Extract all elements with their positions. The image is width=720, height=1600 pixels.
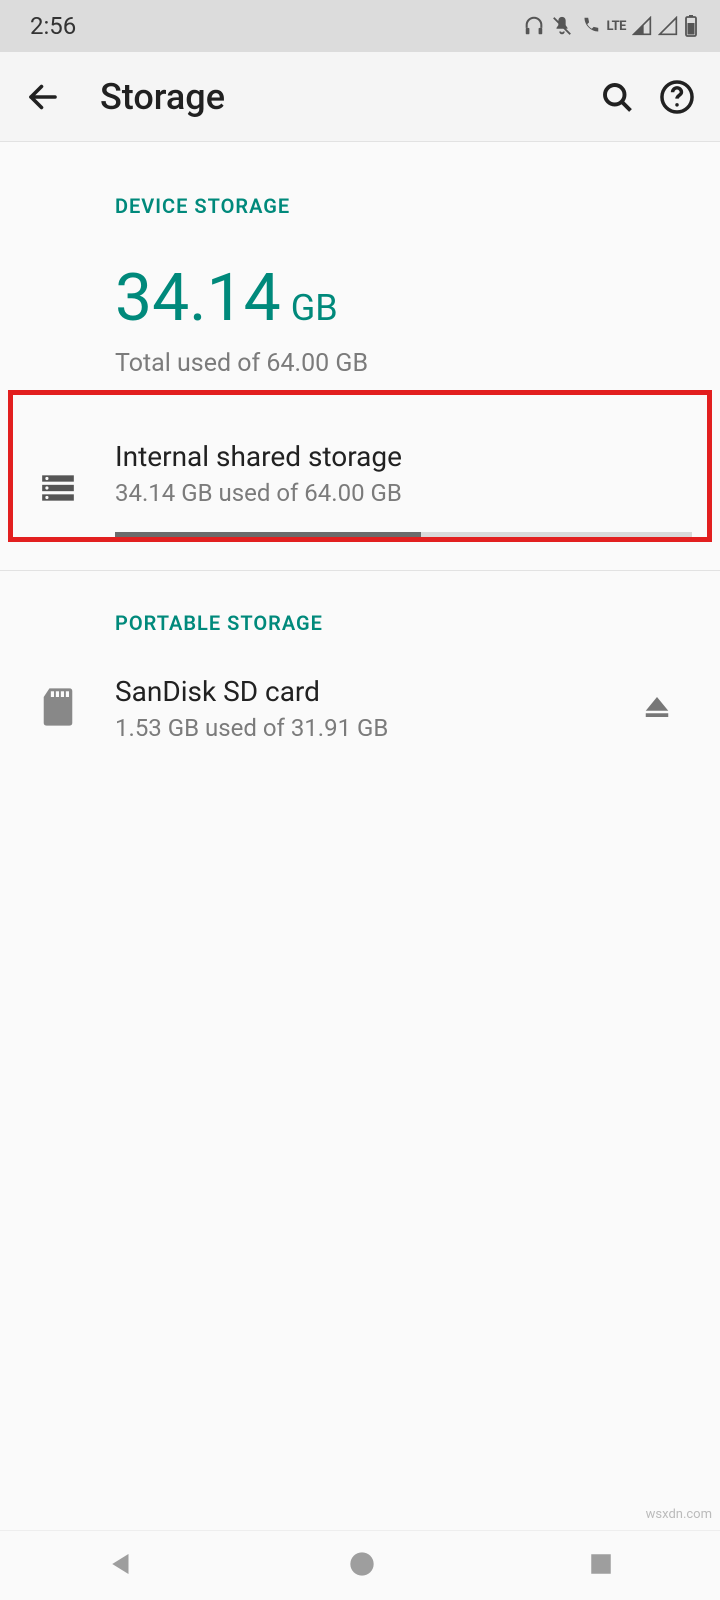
help-button[interactable] (652, 72, 702, 122)
sd-card-icon (40, 687, 76, 731)
nav-home-button[interactable] (348, 1550, 376, 1582)
volte-icon (579, 15, 601, 37)
internal-storage-progress (115, 532, 692, 540)
signal-icon-1 (632, 16, 652, 36)
internal-storage-subtitle: 34.14 GB used of 64.00 GB (115, 479, 692, 507)
storage-summary: 34.14 GB Total used of 64.00 GB (0, 230, 720, 418)
navigation-bar (0, 1530, 720, 1600)
search-button[interactable] (592, 72, 642, 122)
storage-used-unit: GB (291, 287, 338, 329)
status-bar: 2:56 LTE (0, 0, 720, 52)
eject-button[interactable] (642, 692, 672, 726)
section-header-device: DEVICE STORAGE (0, 182, 720, 230)
headphones-icon (523, 15, 545, 37)
signal-icon-2 (658, 16, 678, 36)
battery-icon (684, 15, 698, 37)
app-bar: Storage (0, 52, 720, 142)
content: DEVICE STORAGE 34.14 GB Total used of 64… (0, 142, 720, 764)
back-button[interactable] (18, 72, 68, 122)
section-header-portable: PORTABLE STORAGE (0, 599, 720, 647)
storage-used-value: 34.14 (115, 260, 281, 337)
page-title: Storage (100, 76, 592, 118)
nav-back-button[interactable] (106, 1549, 136, 1583)
sd-card-subtitle: 1.53 GB used of 31.91 GB (115, 714, 622, 742)
internal-storage-title: Internal shared storage (115, 440, 692, 473)
status-time: 2:56 (30, 12, 76, 40)
storage-icon (39, 469, 77, 511)
watermark: wsxdn.com (646, 1507, 712, 1522)
storage-subtitle: Total used of 64.00 GB (115, 349, 720, 378)
internal-storage-row[interactable]: Internal shared storage 34.14 GB used of… (0, 418, 720, 562)
mute-icon (551, 15, 573, 37)
status-icons: LTE (523, 15, 698, 37)
internal-storage-progress-fill (115, 532, 421, 540)
nav-recent-button[interactable] (588, 1551, 614, 1581)
divider (0, 570, 720, 571)
sd-card-title: SanDisk SD card (115, 675, 622, 708)
lte-text-icon: LTE (607, 19, 626, 34)
sd-card-row[interactable]: SanDisk SD card 1.53 GB used of 31.91 GB (0, 647, 720, 764)
